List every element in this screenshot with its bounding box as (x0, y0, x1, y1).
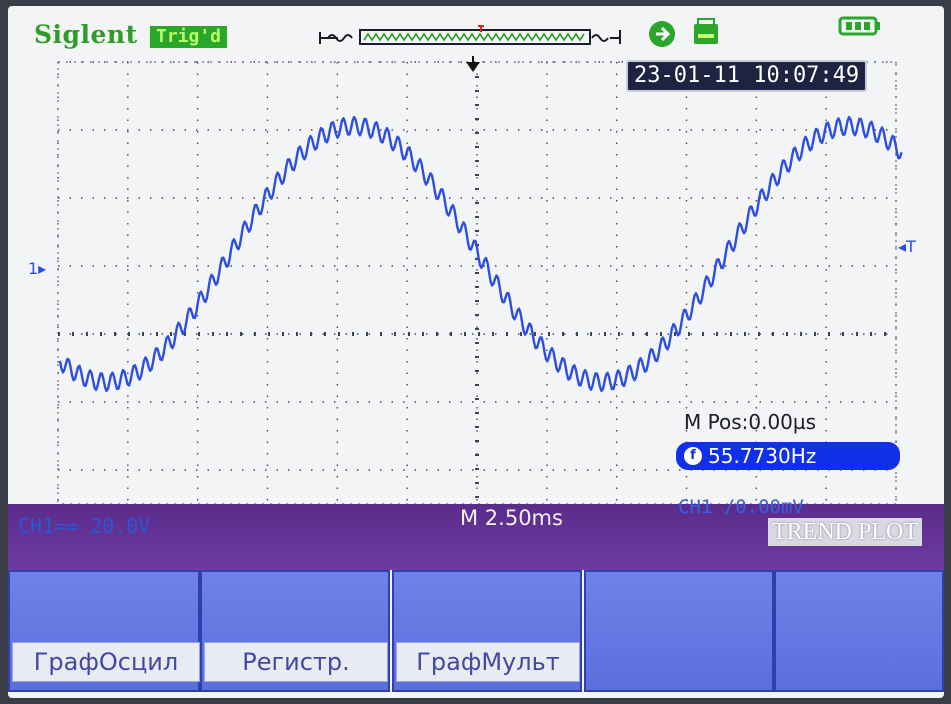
softkey-label: ГрафОсцил (12, 642, 200, 682)
softkey-graph-osc[interactable]: ГрафОсцил (8, 570, 200, 692)
oscilloscope-screen: 1▸ ◂T Siglent Trig'd 23-01-11 10:07:49 M… (8, 6, 944, 698)
horizontal-position-readout: M Pos:0.00µs (684, 410, 817, 434)
brand-logo: Siglent (34, 20, 138, 49)
frequency-icon: f (684, 447, 702, 465)
frequency-counter: f 55.7730Hz (676, 442, 900, 470)
frequency-value: 55.7730Hz (708, 444, 817, 468)
softkey-label: Регистр. (204, 642, 388, 682)
usb-printer-icons (649, 18, 718, 47)
trigger-status-badge: Trig'd (150, 26, 228, 48)
graticule-frame (57, 61, 897, 504)
softkey-graph-mult[interactable]: ГрафМульт (392, 570, 582, 692)
softkey-4[interactable] (584, 570, 774, 692)
timebase: M 2.50ms (460, 506, 563, 530)
top-status-bar: Siglent Trig'd (8, 6, 944, 50)
usb-icon (649, 21, 675, 47)
channel-1-marker-icon: 1▸ (28, 259, 46, 278)
softkey-label: ГрафМульт (396, 642, 580, 682)
printer-icon (694, 18, 718, 44)
softkey-menu: ГрафОсцил Регистр. ГрафМульт (8, 570, 944, 698)
channel-status-strip: CH1== 20.0V M 2.50ms CH1 /0.00mV TREND P… (8, 496, 944, 570)
trigger-info: CH1 /0.00mV (678, 496, 804, 518)
datetime-display: 23-01-11 10:07:49 (626, 60, 868, 92)
ch1-waveform (58, 115, 903, 393)
ch1-scale: CH1== 20.0V (18, 514, 151, 538)
softkey-5[interactable] (774, 570, 944, 692)
battery-icon (838, 16, 880, 36)
menu-title-trend-plot: TREND PLOT (768, 518, 922, 546)
memory-depth-icon (319, 25, 621, 45)
trigger-level-icon: ◂T (898, 237, 916, 256)
softkey-recorder[interactable]: Регистр. (200, 570, 390, 692)
